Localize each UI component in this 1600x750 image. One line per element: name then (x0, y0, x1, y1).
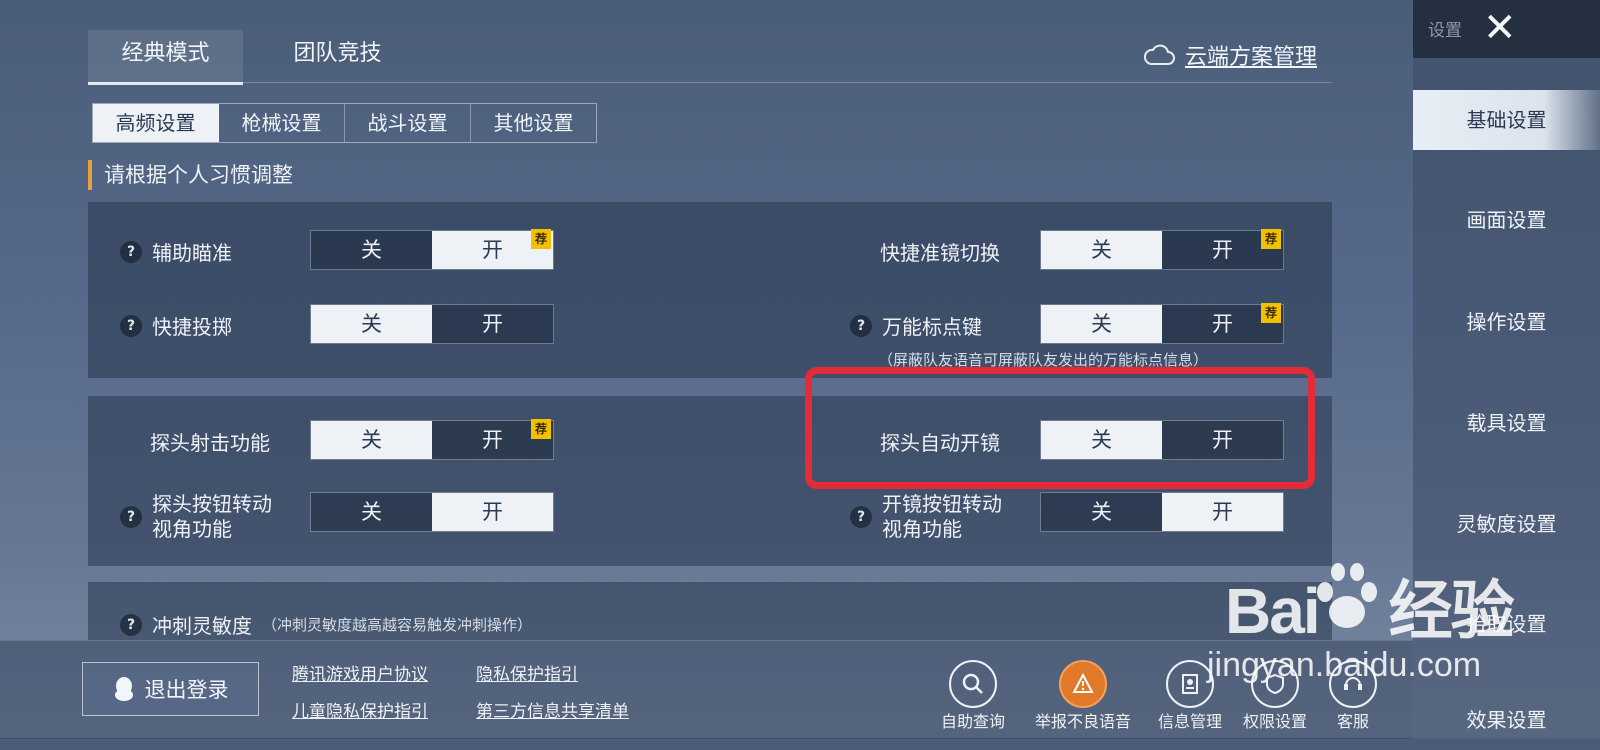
report-voice-label: 举报不良语音 (1034, 712, 1131, 731)
peek-shoot-on[interactable]: 开荐 (432, 419, 553, 459)
watermark-brand: Bai (1225, 575, 1321, 647)
peek-shoot-toggle: 关 开荐 (310, 419, 554, 460)
tab-classic-mode[interactable]: 经典模式 (88, 30, 243, 85)
label-line-2: 视角功能 (882, 517, 962, 541)
aim-assist-off[interactable]: 关 (311, 231, 432, 269)
peek-shoot-label: 探头射击功能 (150, 427, 270, 456)
quick-scope-switch-label: 快捷准镜切换 (880, 237, 1000, 266)
watermark-brand2: 经验 (1388, 575, 1515, 647)
recommended-badge: 荐 (1261, 303, 1281, 323)
sprint-sensitivity-label: ? 冲刺灵敏度 （冲刺灵敏度越高越容易触发冲刺操作） (120, 610, 532, 639)
label-line-1: 探头按钮转动 (152, 492, 272, 516)
scope-button-rotate-label: ? 开镜按钮转动 视角功能 (850, 492, 1002, 542)
on-text: 开 (482, 238, 503, 262)
third-party-sharing-link[interactable]: 第三方信息共享清单 (476, 697, 629, 722)
sprint-sensitivity-note: （冲刺灵敏度越高越容易触发冲刺操作） (262, 616, 533, 634)
quick-throw-text: 快捷投掷 (152, 315, 232, 339)
quick-scope-switch-text: 快捷准镜切换 (880, 241, 1000, 265)
tencent-user-agreement-link[interactable]: 腾讯游戏用户协议 (292, 660, 428, 685)
report-icon (1059, 660, 1107, 708)
recommended-badge: 荐 (531, 229, 551, 249)
on-text: 开 (1212, 238, 1233, 262)
cloud-icon (1143, 44, 1175, 65)
close-icon[interactable]: ✕ (1483, 6, 1517, 50)
quick-throw-on[interactable]: 开 (432, 305, 553, 343)
cloud-plan-label: 云端方案管理 (1185, 45, 1318, 70)
info-management-label: 信息管理 (1157, 712, 1222, 731)
child-privacy-link[interactable]: 儿童隐私保护指引 (292, 697, 428, 722)
help-icon[interactable]: ? (120, 240, 142, 263)
self-service-query-button[interactable]: 自助查询 (938, 660, 1008, 732)
universal-marker-on[interactable]: 开荐 (1162, 303, 1283, 343)
help-icon[interactable]: ? (850, 314, 872, 337)
universal-marker-label: ? 万能标点键 (850, 311, 982, 340)
universal-marker-toggle: 关 开荐 (1040, 303, 1284, 344)
customer-service-label: 客服 (1336, 712, 1369, 731)
scope-button-rotate-toggle: 关 开 (1040, 492, 1284, 532)
universal-marker-off[interactable]: 关 (1041, 305, 1162, 343)
sidebar-title: 设置 (1428, 21, 1462, 41)
sprint-sensitivity-text: 冲刺灵敏度 (152, 614, 252, 638)
peek-button-rotate-on[interactable]: 开 (432, 493, 553, 531)
self-service-label: 自助查询 (940, 712, 1005, 731)
sidebar-item-graphics[interactable]: 画面设置 (1413, 190, 1600, 250)
sidebar-item-controls[interactable]: 操作设置 (1413, 292, 1600, 352)
scope-button-rotate-text: 开镜按钮转动 视角功能 (882, 492, 1002, 542)
privacy-guide-link[interactable]: 隐私保护指引 (476, 660, 578, 685)
subtab-high-frequency[interactable]: 高频设置 (93, 104, 219, 142)
sidebar-item-basic[interactable]: 基础设置 (1413, 90, 1600, 150)
cloud-plan-link[interactable]: 云端方案管理 (1143, 40, 1317, 70)
label-line-1: 开镜按钮转动 (882, 492, 1002, 516)
help-icon[interactable]: ? (120, 314, 142, 337)
sidebar-item-sensitivity[interactable]: 灵敏度设置 (1413, 494, 1600, 554)
aim-assist-text: 辅助瞄准 (152, 241, 232, 265)
sub-tabs: 高频设置 枪械设置 战斗设置 其他设置 (92, 103, 597, 143)
aim-assist-label: ? 辅助瞄准 (120, 237, 232, 266)
label-line-2: 视角功能 (152, 517, 232, 541)
quick-scope-switch-off[interactable]: 关 (1041, 231, 1162, 269)
quick-scope-switch-toggle: 关 开荐 (1040, 229, 1284, 270)
recommended-badge: 荐 (531, 419, 551, 439)
logout-button[interactable]: 退出登录 (82, 662, 259, 716)
subtab-weapon[interactable]: 枪械设置 (219, 104, 345, 142)
search-icon (949, 660, 997, 708)
peek-button-rotate-toggle: 关 开 (310, 492, 554, 532)
peek-shoot-off[interactable]: 关 (311, 421, 432, 459)
help-icon[interactable]: ? (850, 506, 872, 528)
scope-button-rotate-off[interactable]: 关 (1041, 493, 1162, 531)
sidebar-item-vehicle[interactable]: 载具设置 (1413, 393, 1600, 453)
subtab-combat[interactable]: 战斗设置 (345, 104, 471, 142)
quick-throw-toggle: 关 开 (310, 304, 554, 344)
tab-team-deathmatch[interactable]: 团队竞技 (265, 30, 410, 82)
universal-marker-text: 万能标点键 (882, 315, 982, 339)
aim-assist-on[interactable]: 开荐 (432, 229, 553, 269)
tabs-divider (88, 82, 1332, 83)
report-voice-button[interactable]: 举报不良语音 (1035, 660, 1131, 732)
help-icon[interactable]: ? (120, 613, 142, 636)
aim-assist-toggle: 关 开荐 (310, 229, 554, 270)
peek-button-rotate-off[interactable]: 关 (311, 493, 432, 531)
quick-throw-off[interactable]: 关 (311, 305, 432, 343)
on-text: 开 (482, 428, 503, 452)
qq-penguin-icon (114, 677, 133, 701)
peek-button-rotate-label: ? 探头按钮转动 视角功能 (120, 492, 272, 542)
sidebar-item-effects[interactable]: 效果设置 (1413, 690, 1600, 750)
on-text: 开 (1212, 312, 1233, 336)
highlight-box (805, 367, 1315, 489)
subtab-other[interactable]: 其他设置 (471, 104, 596, 142)
scope-button-rotate-on[interactable]: 开 (1162, 493, 1283, 531)
permission-settings-label: 权限设置 (1242, 712, 1307, 731)
baidu-paw-icon (1317, 563, 1377, 628)
peek-shoot-text: 探头射击功能 (150, 431, 270, 455)
recommended-badge: 荐 (1261, 229, 1281, 249)
peek-button-rotate-text: 探头按钮转动 视角功能 (152, 492, 272, 542)
section-hint: 请根据个人习惯调整 (88, 160, 293, 190)
logout-label: 退出登录 (144, 678, 229, 702)
help-icon[interactable]: ? (120, 506, 142, 528)
quick-scope-switch-on[interactable]: 开荐 (1162, 229, 1283, 269)
quick-throw-label: ? 快捷投掷 (120, 311, 232, 340)
watermark-url: jingyan.baidu.com (1207, 646, 1482, 684)
